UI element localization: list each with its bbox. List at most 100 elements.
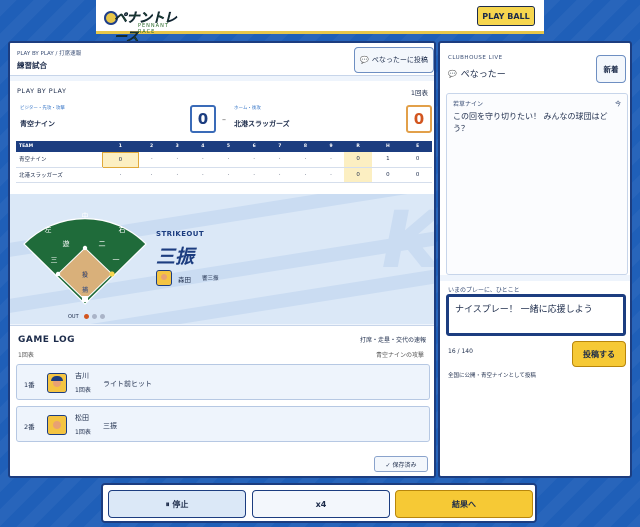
out-label: OUT [68, 314, 79, 320]
col-header: 1 [102, 141, 139, 152]
pos-pitcher: 投 [82, 271, 88, 279]
speed-button[interactable]: x4 [252, 490, 390, 518]
col-header: 8 [292, 141, 319, 152]
inning-cell: · [266, 152, 293, 168]
game-log-section: GAME LOG 打席・走塁・交代の速報 1回表 青空ナインの攻撃 1番 吉川 … [10, 325, 434, 476]
inning-cell: · [138, 167, 165, 183]
home-team-name: 北港スラッガーズ [234, 120, 290, 128]
inning-cell: 0 [101, 151, 140, 168]
play-result: ライト前ヒット [103, 380, 152, 388]
char-count: 16 / 140 [448, 348, 473, 355]
breadcrumb: PLAY BY PLAY / 打席速報 [17, 51, 82, 57]
play-ball-button[interactable]: PLAY BALL [477, 6, 535, 26]
home-score: 0 [406, 105, 432, 133]
inning-indicator: 1回表 [410, 89, 428, 97]
errors-cell: 0 [403, 167, 432, 183]
batting-order: 1番 [24, 381, 35, 389]
comment-input[interactable]: ナイスプレー！ 一緒に応援しよう [446, 294, 626, 336]
box-score-table: TEAM 1 2 3 4 5 6 7 8 9 R H E 青空ナイン 0 · ·… [16, 141, 432, 183]
col-header: 4 [190, 141, 216, 152]
hits-cell: 0 [372, 167, 404, 183]
inning-cell: · [138, 152, 165, 168]
batter-detail: 響三振 [202, 276, 219, 282]
comment-label: いまのプレーに、ひとこと [448, 287, 520, 294]
game-log-title: GAME LOG [18, 335, 76, 345]
pos-first-base: 一 [113, 256, 120, 264]
pos-catcher: 捕 [82, 286, 88, 294]
pos-left-field: 左 [45, 225, 52, 234]
pos-center-field: 中 [82, 211, 89, 220]
table-row: 青空ナイン 0 · · · · · · · · 0 1 0 [16, 151, 432, 168]
go-to-results-button[interactable]: 結果へ [395, 490, 533, 518]
post-to-penatter-button[interactable]: 💬 ぺなったーに投稿 [354, 47, 434, 73]
clubhouse-label: CLUBHOUSE LIVE [448, 55, 503, 61]
saved-button[interactable]: ✓ 保存済み [374, 456, 428, 472]
match-title: 練習試合 [17, 61, 47, 70]
play-by-play-label: PLAY BY PLAY [17, 87, 67, 95]
col-header: 7 [266, 141, 293, 152]
top-bar: ペナントレース PENNANT RACE PLAY BALL [96, 0, 544, 45]
out-dot [84, 314, 89, 319]
team-cell: 青空ナイン [16, 152, 102, 168]
inning-cell: · [215, 152, 242, 168]
team-cell: 北港スラッガーズ [16, 167, 102, 183]
away-team-role: ビジター・先攻・攻撃 [20, 106, 65, 111]
batter-avatar [156, 270, 172, 286]
logo-subtext: PENNANT RACE [138, 23, 169, 35]
table-row: 北港スラッガーズ · · · · · · · · · 0 0 0 [16, 167, 432, 183]
batter-name: 森田 [178, 276, 191, 284]
log-group-side: 青空ナインの攻撃 [375, 352, 424, 359]
box-score-header-row: TEAM 1 2 3 4 5 6 7 8 9 R H E [16, 141, 432, 152]
inning-cell: · [102, 167, 139, 183]
inning-cell: · [266, 167, 293, 183]
play-result: 三振 [103, 422, 117, 430]
away-team-name: 青空ナイン [20, 120, 55, 128]
pennant-race-logo[interactable]: ペナントレース PENNANT RACE [104, 5, 184, 45]
errors-cell: 0 [403, 152, 432, 168]
pause-button[interactable]: ⏸ 停止 [108, 490, 246, 518]
inning-cell: · [318, 152, 344, 168]
event-title: 三振 [156, 246, 195, 268]
clubhouse-title: 💬 ぺなったー [448, 67, 506, 81]
panel-header: PLAY BY PLAY / 打席速報 練習試合 💬 ぺなったーに投稿 [10, 43, 434, 76]
inning-cell: · [215, 167, 242, 183]
post-timestamp: 今 [614, 101, 621, 108]
col-header: H [372, 141, 404, 152]
play-by-play-panel: PLAY BY PLAY / 打席速報 練習試合 💬 ぺなったーに投稿 PLAY… [8, 41, 436, 478]
pos-shortstop: 遊 [63, 239, 70, 248]
inning-cell: · [164, 167, 191, 183]
player-name: 松田 [75, 414, 89, 422]
inning-cell: · [241, 167, 267, 183]
pos-third-base: 三 [51, 256, 58, 264]
score-separator: – [222, 115, 226, 124]
post-text: この回を守り切りたい！ みんなの球団はどう？ [453, 112, 608, 133]
post-visibility-note: 全国に公開・青空ナインとして投稿 [448, 373, 536, 379]
inning-cell: · [190, 152, 216, 168]
runs-cell: 0 [343, 167, 373, 183]
post-feed[interactable]: 若草ナイン 今 この回を守り切りたい！ みんなの球団はどう？ [446, 93, 628, 275]
out-dot [92, 314, 97, 319]
clubhouse-name: ぺなったー [460, 70, 506, 80]
strikeout-k-backdrop: K [382, 196, 434, 286]
list-item[interactable]: 2番 松田 1回表 三振 [16, 406, 430, 442]
list-item[interactable]: 1番 吉川 1回表 ライト前ヒット [16, 364, 430, 400]
runs-cell: 0 [343, 152, 373, 168]
player-inning: 1回表 [75, 387, 91, 394]
col-header: E [403, 141, 432, 152]
col-header: 2 [138, 141, 165, 152]
col-header: TEAM [16, 141, 102, 152]
inning-cell: · [318, 167, 344, 183]
new-posts-button[interactable]: 新着 [596, 55, 626, 83]
submit-post-button[interactable]: 投稿する [572, 341, 626, 367]
inning-cell: · [241, 152, 267, 168]
post-author: 若草ナイン [453, 101, 484, 108]
game-log-note: 打席・走塁・交代の速報 [359, 337, 426, 344]
player-avatar [47, 373, 67, 393]
divider [440, 275, 630, 281]
batting-order: 2番 [24, 423, 35, 431]
speech-bubble-icon: 💬 [360, 56, 369, 64]
playback-controls: ⏸ 停止 x4 結果へ [101, 483, 537, 523]
inning-cell: · [292, 152, 319, 168]
inning-cell: · [292, 167, 319, 183]
pos-second-base: 二 [99, 240, 106, 248]
